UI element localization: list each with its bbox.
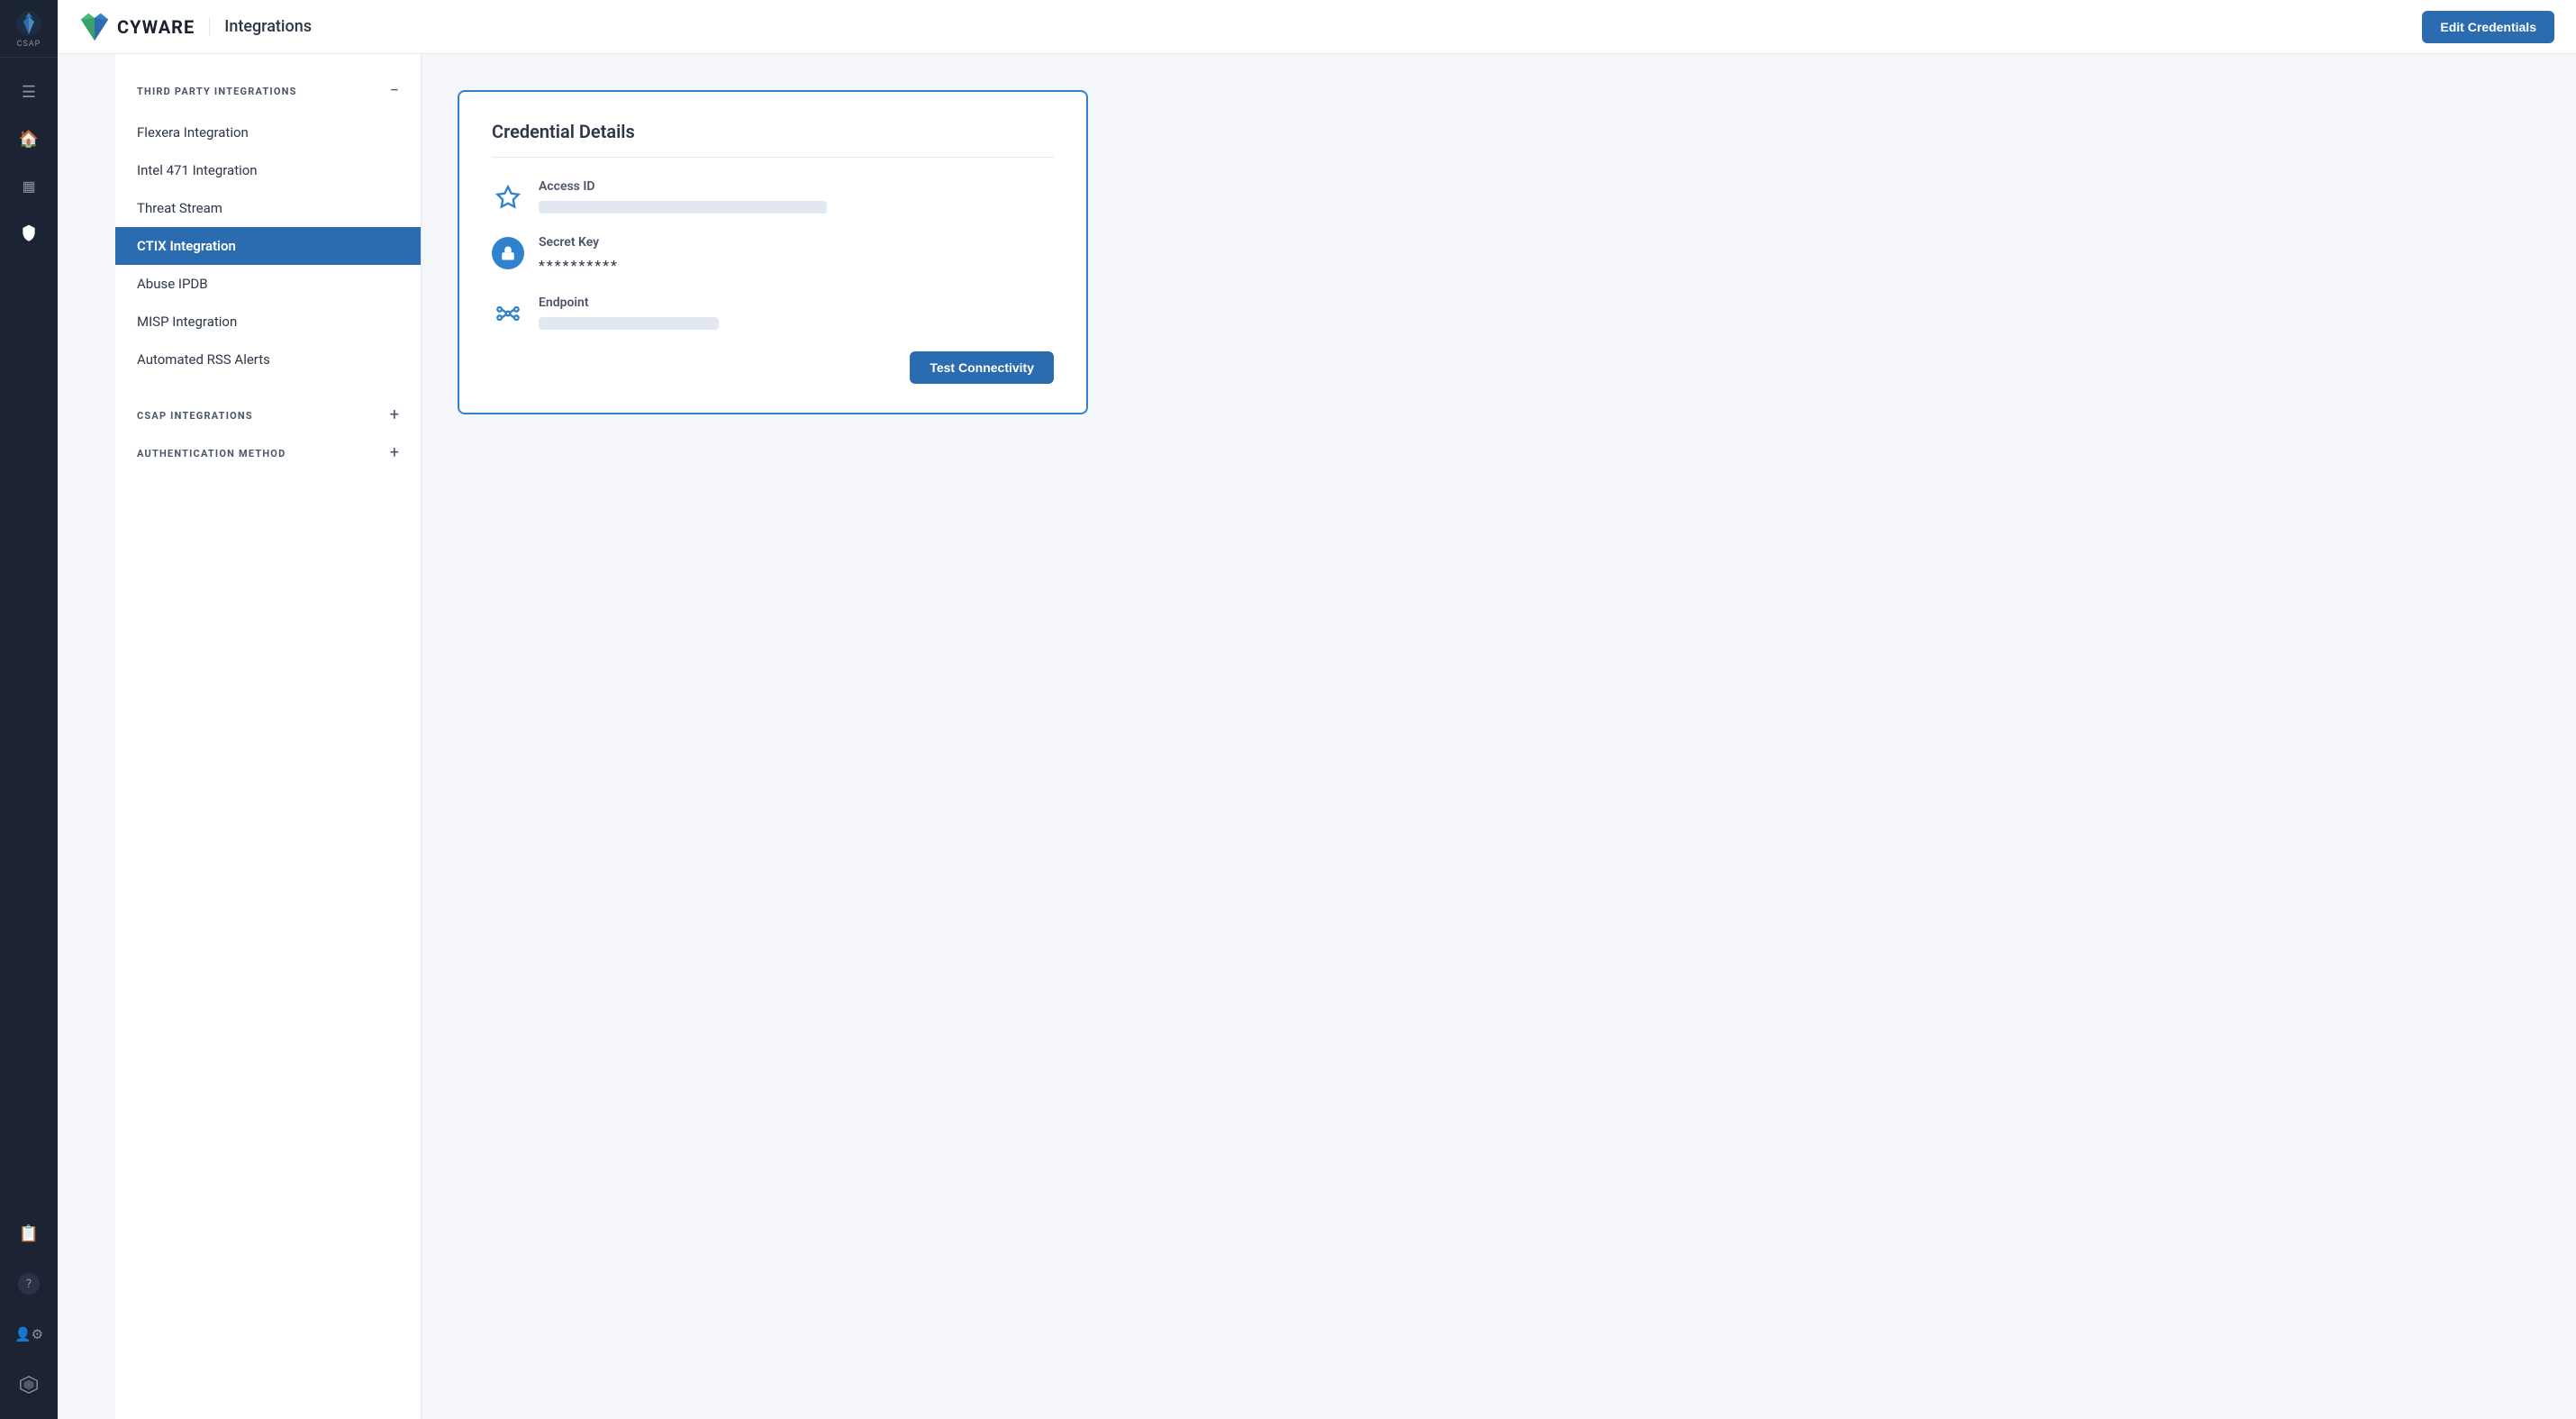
nav-item-misp[interactable]: MISP Integration [115,303,421,341]
access-id-label: Access ID [539,179,1054,194]
sidebar-item-home[interactable]: 🏠 [0,115,58,162]
secret-key-field: Secret Key ********** [492,235,1054,274]
sidebar-item-report[interactable]: 📋 [0,1210,58,1257]
credential-card-title: Credential Details [492,121,1054,158]
access-id-content: Access ID [539,179,1054,214]
sidebar-item-user[interactable]: 👤⚙ [0,1311,58,1358]
csap-toggle[interactable]: + [390,407,399,423]
csap-logo-icon [14,9,43,38]
cyware-bottom-icon [19,1375,39,1395]
third-party-section-title: THIRD PARTY INTEGRATIONS [137,86,297,97]
nav-item-threatstream[interactable]: Threat Stream [115,189,421,227]
secret-key-label: Secret Key [539,235,1054,250]
endpoint-label: Endpoint [539,296,1054,310]
sidebar-item-help[interactable]: ? [0,1260,58,1307]
third-party-toggle[interactable]: − [390,83,399,99]
help-icon: ? [18,1273,40,1295]
secret-key-value: ********** [539,257,1054,274]
secret-key-icon-container [492,237,524,269]
test-connectivity-button[interactable]: Test Connectivity [910,351,1054,384]
lock-icon [500,245,516,261]
test-connectivity-row: Test Connectivity [492,351,1054,384]
csap-section-title: CSAP INTEGRATIONS [137,410,253,422]
endpoint-field: Endpoint [492,296,1054,330]
nav-item-rss[interactable]: Automated RSS Alerts [115,341,421,378]
page-title: Integrations [209,17,312,36]
brand-name: CYWARE [117,16,195,38]
shield-icon [20,223,38,241]
edit-credentials-button[interactable]: Edit Credentials [2422,11,2554,43]
csap-section-header: CSAP INTEGRATIONS + [115,400,421,431]
star-icon [495,185,521,210]
auth-section-header: AUTHENTICATION METHOD + [115,438,421,468]
nav-item-flexera[interactable]: Flexera Integration [115,114,421,151]
dashboard-icon: ▦ [22,177,35,195]
sidebar-item-menu[interactable]: ☰ [0,68,58,115]
topbar: CYWARE Integrations Edit Credentials [58,0,2576,54]
auth-toggle[interactable]: + [390,445,399,461]
sidebar-nav: ☰ 🏠 ▦ [0,58,58,1210]
secret-key-content: Secret Key ********** [539,235,1054,274]
menu-icon: ☰ [22,83,36,102]
main-wrapper: THIRD PARTY INTEGRATIONS − Flexera Integ… [115,54,2576,1419]
access-id-value [539,201,827,214]
sidebar-logo: CSAP [0,0,58,58]
csap-label: CSAP [17,40,41,49]
left-panel: THIRD PARTY INTEGRATIONS − Flexera Integ… [115,54,422,1419]
sidebar-item-cyware-bottom[interactable] [0,1361,58,1408]
sidebar-bottom: 📋 ? 👤⚙ [0,1210,58,1419]
credential-card: Credential Details Access ID [458,90,1088,414]
access-id-field: Access ID [492,179,1054,214]
sidebar-item-dashboard[interactable]: ▦ [0,162,58,209]
nav-item-intel471[interactable]: Intel 471 Integration [115,151,421,189]
network-icon [495,301,521,326]
nav-item-abuseipdb[interactable]: Abuse IPDB [115,265,421,303]
endpoint-icon-container [492,297,524,330]
sidebar: CSAP ☰ 🏠 ▦ 📋 ? 👤⚙ [0,0,58,1419]
endpoint-value [539,317,719,330]
cyware-brand-icon [79,12,110,42]
content-area: Credential Details Access ID [422,54,2576,1419]
sidebar-item-shield[interactable] [0,209,58,256]
nav-item-ctix[interactable]: CTIX Integration [115,227,421,265]
topbar-right: Edit Credentials [2422,11,2554,43]
home-icon: 🏠 [19,130,39,149]
brand-logo: CYWARE [79,12,195,42]
report-icon: 📋 [19,1224,39,1243]
endpoint-content: Endpoint [539,296,1054,330]
third-party-section-header: THIRD PARTY INTEGRATIONS − [115,76,421,106]
access-id-icon-container [492,181,524,214]
user-settings-icon: 👤⚙ [14,1326,43,1342]
auth-section-title: AUTHENTICATION METHOD [137,448,286,459]
